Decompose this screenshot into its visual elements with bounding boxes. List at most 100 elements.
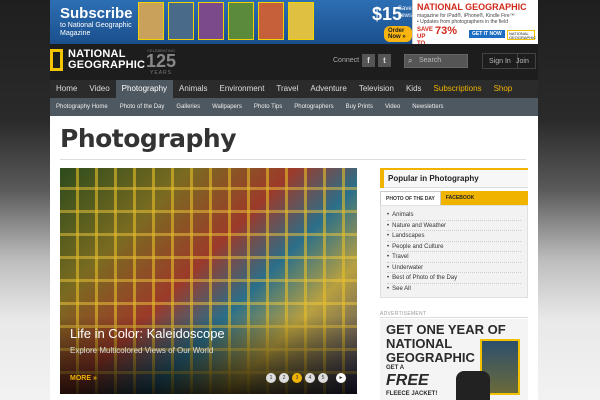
bullet-icon: • [387, 285, 390, 292]
promo-line: NATIONAL [386, 336, 453, 351]
subnav-item[interactable]: Newsletters [406, 98, 449, 116]
page-title: Photography [60, 124, 237, 153]
digital-ad-line: • Updates from photographers in the fiel… [417, 19, 508, 25]
bullet-icon: • [387, 212, 390, 218]
hero-title[interactable]: Life in Color: Kaleidoscope [70, 326, 225, 341]
save-label: SAVE UP TO [417, 27, 433, 44]
list-item[interactable]: • Underwater [387, 263, 521, 273]
anniversary-badge: CELEBRATING 125 YEARS [146, 48, 176, 76]
twitter-icon[interactable]: t [378, 54, 391, 67]
subnav-item[interactable]: Wallpapers [206, 98, 248, 116]
list-item-label: Best of Photo of the Day [392, 275, 458, 281]
nav-item-adventure[interactable]: Adventure [304, 80, 352, 98]
nav-item-shop[interactable]: Shop [488, 80, 519, 98]
tab-facebook[interactable]: FACEBOOK [440, 191, 528, 205]
bullet-icon: • [387, 222, 390, 229]
list-item-label: Travel [392, 254, 409, 260]
promo-line: GEOGRAPHIC [386, 350, 475, 365]
accent-tick [380, 170, 384, 188]
popular-tabs: PHOTO OF THE DAY FACEBOOK [380, 191, 528, 205]
magazine-cover [138, 2, 164, 40]
next-slide-icon[interactable]: ► [336, 373, 346, 383]
list-item-label: Underwater [392, 264, 424, 271]
site-header: NATIONAL GEOGRAPHIC CELEBRATING 125 YEAR… [50, 44, 538, 80]
nav-item-home[interactable]: Home [50, 80, 83, 98]
save-percent: 73% [435, 25, 458, 37]
facebook-icon[interactable]: f [362, 54, 375, 67]
search-input[interactable]: Search [404, 54, 468, 68]
bullet-icon: • [387, 243, 390, 250]
promo-free: FREE [386, 372, 429, 389]
slide-dot[interactable]: 2 [279, 373, 289, 383]
bullet-icon: • [387, 254, 390, 260]
logo-line2: GEOGRAPHIC [68, 59, 146, 71]
list-item[interactable]: • People and Culture [387, 242, 521, 252]
order-now-button[interactable]: Order Now » [384, 26, 412, 42]
digital-edition-ad[interactable]: NATIONAL GEOGRAPHIC magazine for iPad®, … [412, 0, 538, 44]
bullet-icon: • [387, 233, 390, 239]
nav-item-video[interactable]: Video [83, 80, 115, 98]
slide-dot[interactable]: 4 [305, 373, 315, 383]
nav-item-animals[interactable]: Animals [173, 80, 213, 98]
slide-dot-active[interactable]: 3 [292, 373, 302, 383]
nav-item-travel[interactable]: Travel [270, 80, 304, 98]
slide-dot[interactable]: 1 [266, 373, 276, 383]
anniversary-number: 125 [146, 51, 177, 71]
subscribe-ad-banner[interactable]: Subscribe to National Geographic Magazin… [50, 0, 412, 44]
list-item[interactable]: • Best of Photo of the Day [387, 273, 521, 284]
subscription-promo-ad[interactable]: GET ONE YEAR OF NATIONAL GEOGRAPHIC GET … [380, 319, 528, 400]
list-item[interactable]: • See All [387, 284, 521, 295]
magazine-cover [228, 2, 254, 40]
tab-photo-of-the-day[interactable]: PHOTO OF THE DAY [380, 191, 441, 205]
list-item-label: Landscapes [392, 233, 425, 239]
magazine-cover [168, 2, 194, 40]
list-item[interactable]: • Travel [387, 252, 521, 263]
hero-subtitle: Explore Multicolored Views of Our World [70, 346, 214, 355]
promo-get-a: GET A [386, 365, 405, 371]
nav-item-television[interactable]: Television [353, 80, 400, 98]
mini-ng-logo: NATIONAL GEOGRAPHIC [507, 30, 537, 40]
subnav-item[interactable]: Photo Tips [248, 98, 288, 116]
join-link[interactable]: Join [510, 53, 536, 69]
search-icon[interactable]: ⌕ [408, 56, 412, 66]
list-item-label: Nature and Weather [392, 222, 447, 229]
get-it-now-button[interactable]: GET IT NOW [469, 30, 505, 38]
nav-item-subscriptions[interactable]: Subscriptions [428, 80, 488, 98]
subnav-item[interactable]: Photography Home [50, 98, 114, 116]
magazine-cover [198, 2, 224, 40]
list-item-label: See All [392, 285, 411, 292]
ng-logo[interactable]: NATIONAL GEOGRAPHIC [50, 49, 145, 71]
list-item-label: Animals [392, 212, 414, 218]
popular-list: • Animals • Nature and Weather • Landscapes… [380, 205, 528, 298]
promo-line: GET ONE YEAR OF [386, 322, 506, 337]
bullet-icon: • [387, 275, 390, 281]
magazine-cover [258, 2, 284, 40]
primary-nav: Home Video Photography Animals Environme… [50, 80, 538, 98]
title-divider [60, 159, 526, 160]
fleece-jacket-image [456, 371, 490, 400]
promo-fleece: FLEECE JACKET! [386, 391, 438, 397]
bullet-icon: • [387, 264, 390, 271]
main-content: Photography Life in Color: Kaleidoscope … [50, 116, 538, 400]
list-item[interactable]: • Landscapes [387, 231, 521, 242]
nav-item-kids[interactable]: Kids [400, 80, 428, 98]
nav-item-photography[interactable]: Photography [115, 80, 174, 98]
slide-pager: 1 2 3 4 5 ► [266, 373, 346, 383]
hero-more-link[interactable]: MORE » [70, 375, 97, 382]
subnav-item[interactable]: Buy Prints [340, 98, 379, 116]
slide-dot[interactable]: 5 [318, 373, 328, 383]
list-item-label: People and Culture [392, 243, 444, 250]
popular-header: Popular in Photography [380, 168, 528, 188]
subnav-item[interactable]: Galleries [170, 98, 206, 116]
list-item[interactable]: • Nature and Weather [387, 221, 521, 231]
subnav-item[interactable]: Video [379, 98, 406, 116]
subnav-item[interactable]: Photo of the Day [114, 98, 171, 116]
nav-item-environment[interactable]: Environment [214, 80, 271, 98]
subscribe-price-note: Save 79% off the newsstand price. [398, 6, 412, 19]
list-item[interactable]: • Animals [387, 210, 521, 221]
subnav-item[interactable]: Photographers [288, 98, 339, 116]
subscribe-text: to National Geographic Magazine [60, 22, 132, 37]
connect-label: Connect [333, 57, 360, 64]
hero-slideshow[interactable]: Life in Color: Kaleidoscope Explore Mult… [60, 168, 357, 394]
popular-widget: Popular in Photography PHOTO OF THE DAY … [380, 168, 528, 298]
